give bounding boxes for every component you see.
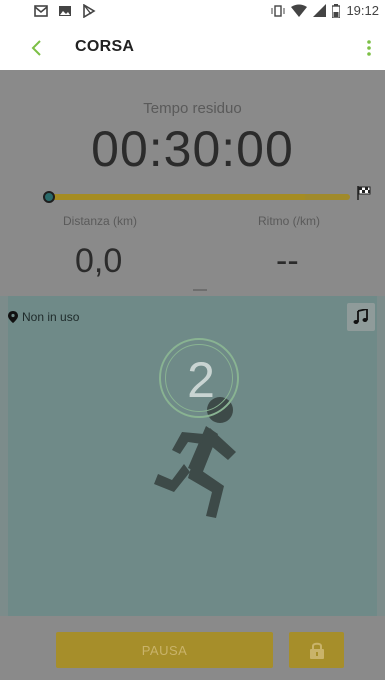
mail-icon bbox=[34, 5, 48, 17]
app-bar: CORSA bbox=[0, 26, 385, 70]
pace-value: -- bbox=[276, 242, 299, 280]
vibrate-icon bbox=[271, 4, 285, 17]
drag-handle[interactable] bbox=[193, 289, 207, 291]
distance-label: Distanza (km) bbox=[63, 214, 138, 228]
pace-label: Ritmo (/km) bbox=[258, 214, 320, 228]
workout-stats-panel: Tempo residuo 00:30:00 Distanza (km) Rit… bbox=[0, 70, 385, 296]
page-title: CORSA bbox=[75, 38, 135, 55]
countdown-ring: 2 bbox=[159, 338, 239, 418]
map-area: Non in uso 2 bbox=[0, 296, 385, 616]
back-button[interactable] bbox=[22, 34, 50, 62]
chevron-left-icon bbox=[31, 40, 41, 56]
time-remaining-label: Tempo residuo bbox=[143, 100, 242, 117]
lock-icon bbox=[309, 642, 324, 659]
progress-track bbox=[48, 194, 350, 200]
pause-button[interactable]: PAUSA bbox=[56, 632, 273, 668]
overflow-menu-button[interactable] bbox=[359, 34, 379, 62]
lock-button[interactable] bbox=[289, 632, 344, 668]
more-vert-icon bbox=[367, 40, 371, 56]
system-status: 19:12 bbox=[271, 3, 379, 18]
distance-value: 0,0 bbox=[75, 242, 123, 280]
battery-icon bbox=[332, 3, 341, 18]
wifi-icon bbox=[291, 4, 308, 17]
finish-flag-icon bbox=[357, 186, 371, 200]
play-store-icon bbox=[83, 4, 96, 18]
location-status-label: Non in uso bbox=[22, 310, 80, 324]
progress-start-marker bbox=[43, 191, 55, 203]
signal-icon bbox=[313, 3, 327, 17]
control-bar: PAUSA bbox=[0, 616, 385, 680]
notification-icons bbox=[34, 4, 96, 18]
location-status: Non in uso bbox=[8, 310, 79, 324]
status-bar: 19:12 bbox=[0, 0, 385, 26]
status-time: 19:12 bbox=[346, 3, 379, 18]
music-button[interactable] bbox=[347, 303, 375, 331]
time-remaining-value: 00:30:00 bbox=[91, 121, 294, 177]
image-icon bbox=[59, 6, 71, 16]
location-pin-icon bbox=[8, 311, 18, 323]
countdown-number: 2 bbox=[187, 352, 215, 408]
music-note-icon bbox=[353, 309, 368, 324]
